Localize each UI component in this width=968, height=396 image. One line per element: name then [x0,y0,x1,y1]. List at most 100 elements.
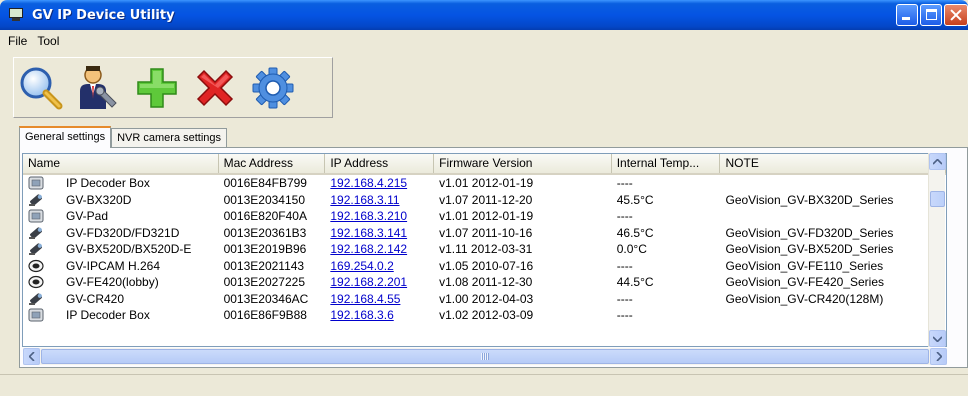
cell-ip: 192.168.4.215 [325,175,434,192]
tab-nvr-camera-settings[interactable]: NVR camera settings [111,128,228,148]
ip-link[interactable]: 192.168.2.142 [330,242,407,256]
table-row[interactable]: IP Decoder Box 0016E86F9B88 192.168.3.6 v1.… [23,307,946,324]
device-name: GV-BX320D [66,192,132,207]
column-header-name[interactable]: Name [23,154,219,173]
ip-link[interactable]: 192.168.2.201 [330,275,407,289]
menu-file[interactable]: File [6,34,29,48]
device-table: Name Mac Address IP Address Firmware Ver… [22,153,947,347]
plus-icon [137,67,177,108]
ip-link[interactable]: 192.168.3.141 [330,226,407,240]
settings-button[interactable] [250,65,296,111]
decoder-box-icon [28,308,44,322]
scroll-grip [481,353,489,360]
cell-note [720,307,946,324]
table-row[interactable]: IP Decoder Box 0016E84FB799 192.168.4.215 v… [23,175,946,192]
ip-link[interactable]: 169.254.0.2 [330,259,393,273]
menu-tool[interactable]: Tool [35,34,61,48]
column-header-firmware[interactable]: Firmware Version [434,154,612,173]
cell-note: GeoVision_GV-BX520D_Series [725,242,894,256]
table-row[interactable]: GV-BX520D/BX520D-E 0013E2019B96 192.168.2.… [23,241,946,258]
ip-link[interactable]: 192.168.3.210 [330,209,407,223]
arrow-up-icon [933,158,942,165]
bullet-camera-icon [28,242,44,256]
cell-firmware: v1.08 2011-12-30 [439,275,533,289]
cell-temp: 0.0°C [616,242,647,256]
cell-name: GV-BX320D [23,192,219,209]
cell-ip: 192.168.3.210 [325,208,434,225]
table-header: Name Mac Address IP Address Firmware Ver… [23,154,946,175]
column-header-note[interactable]: NOTE [720,154,946,173]
window-controls [896,4,968,26]
cell-note: GeoVision_GV-FE420_Series [725,275,885,289]
vertical-scrollbar[interactable] [928,153,946,347]
tab-strip: General settings NVR camera settings [19,126,228,148]
vertical-scroll-thumb[interactable] [930,191,945,207]
cell-ip: 192.168.2.142 [325,241,434,258]
dome-camera-icon [28,275,44,289]
device-name: IP Decoder Box [66,308,150,323]
device-name: GV-BX520D/BX520D-E [66,242,192,257]
cell-name: GV-CR420 [23,291,219,308]
scroll-right-button[interactable] [930,348,947,365]
ip-link[interactable]: 192.168.3.11 [330,193,399,207]
cell-temp: 46.5°C [616,225,654,240]
scroll-down-button[interactable] [929,330,946,347]
column-header-mac[interactable]: Mac Address [219,154,326,173]
arrow-down-icon [933,335,942,342]
maximize-button[interactable] [920,4,942,26]
cell-note: GeoVision_GV-CR420(128M) [725,291,884,306]
tab-general-settings[interactable]: General settings [19,126,112,148]
table-row[interactable]: GV-FD320D/FD321D 0013E20361B3 192.168.3.14… [23,225,946,242]
cell-firmware: v1.07 2011-10-16 [439,225,533,240]
decoder-box-icon [28,209,44,223]
column-header-temp[interactable]: Internal Temp... [612,154,721,173]
cell-name: GV-FD320D/FD321D [23,225,219,242]
cell-note: GeoVision_GV-FD320D_Series [725,225,894,240]
close-button[interactable] [944,4,968,26]
search-devices-button[interactable] [18,65,64,111]
app-monitor-icon [8,7,26,23]
device-name: GV-FE420(lobby) [66,275,159,290]
cell-firmware: v1.01 2012-01-19 [439,209,534,223]
table-row[interactable]: GV-Pad 0016E820F40A 192.168.3.210 v1.01 201… [23,208,946,225]
device-name: GV-FD320D/FD321D [66,225,180,240]
decoder-box-icon [28,176,44,190]
cell-temp: ---- [616,176,633,190]
scroll-left-button[interactable] [23,348,40,365]
cell-temp: ---- [616,209,633,223]
cell-note [720,175,946,192]
bullet-camera-icon [28,226,44,240]
cell-note: GeoVision_GV-BX320D_Series [725,192,894,207]
cell-mac: 0013E2027225 [223,275,305,289]
horizontal-scrollbar[interactable] [23,348,947,365]
table-row[interactable]: GV-CR420 0013E20346AC 192.168.4.55 v1.00 20… [23,291,946,308]
cell-mac: 0013E2019B96 [223,242,307,256]
menu-bar: File Tool [0,30,968,52]
ip-link[interactable]: 192.168.4.55 [330,292,400,306]
table-row[interactable]: GV-FE420(lobby) 0013E2027225 192.168.2.201… [23,274,946,291]
add-device-button[interactable] [134,65,180,111]
column-header-ip[interactable]: IP Address [325,154,435,173]
cell-temp: ---- [616,258,633,273]
user-tool-button[interactable] [76,65,122,111]
cell-ip: 192.168.3.11 [325,192,434,209]
table-body: IP Decoder Box 0016E84FB799 192.168.4.215 v… [23,175,946,324]
status-bar [0,374,968,396]
toolbar [13,57,333,118]
cell-firmware: v1.11 2012-03-31 [439,242,533,256]
delete-icon [196,69,234,106]
table-row[interactable]: GV-BX320D 0013E2034150 192.168.3.11 v1.07 2… [23,192,946,209]
search-icon [20,67,63,109]
cell-ip: 192.168.4.55 [325,291,434,308]
horizontal-scroll-thumb[interactable] [41,349,929,364]
scroll-up-button[interactable] [929,153,946,170]
bullet-camera-icon [28,193,44,207]
ip-link[interactable]: 192.168.3.6 [330,308,393,322]
cell-firmware: v1.01 2012-01-19 [439,176,534,190]
minimize-button[interactable] [896,4,918,26]
ip-link[interactable]: 192.168.4.215 [330,176,407,190]
cell-temp: ---- [616,291,633,306]
table-row[interactable]: GV-IPCAM H.264 0013E2021143 169.254.0.2 v1.… [23,258,946,275]
cell-firmware: v1.02 2012-03-09 [439,308,534,322]
delete-device-button[interactable] [192,65,238,111]
